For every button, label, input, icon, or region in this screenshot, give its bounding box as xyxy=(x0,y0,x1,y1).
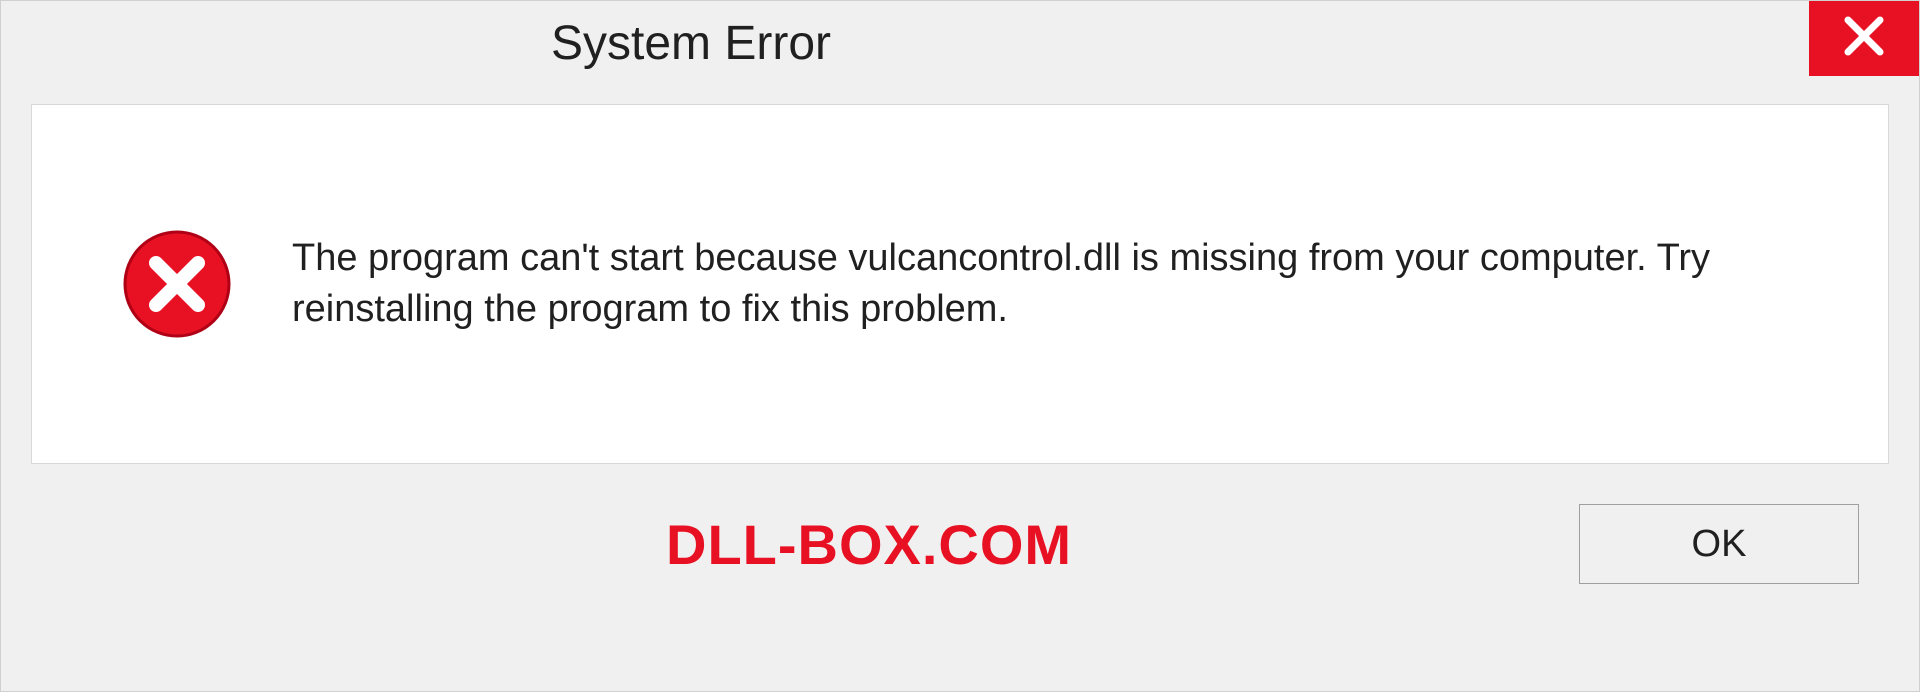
dialog-footer: DLL-BOX.COM OK xyxy=(1,464,1919,584)
error-message: The program can't start because vulcanco… xyxy=(292,233,1772,336)
window-title: System Error xyxy=(1,1,831,71)
close-button[interactable] xyxy=(1809,1,1919,76)
ok-button[interactable]: OK xyxy=(1579,504,1859,584)
error-icon xyxy=(122,229,232,339)
close-icon xyxy=(1842,14,1886,63)
watermark-text: DLL-BOX.COM xyxy=(1,512,1072,577)
dialog-content: The program can't start because vulcanco… xyxy=(31,104,1889,464)
error-dialog-window: System Error The program can't start bec… xyxy=(0,0,1920,692)
titlebar: System Error xyxy=(1,1,1919,86)
